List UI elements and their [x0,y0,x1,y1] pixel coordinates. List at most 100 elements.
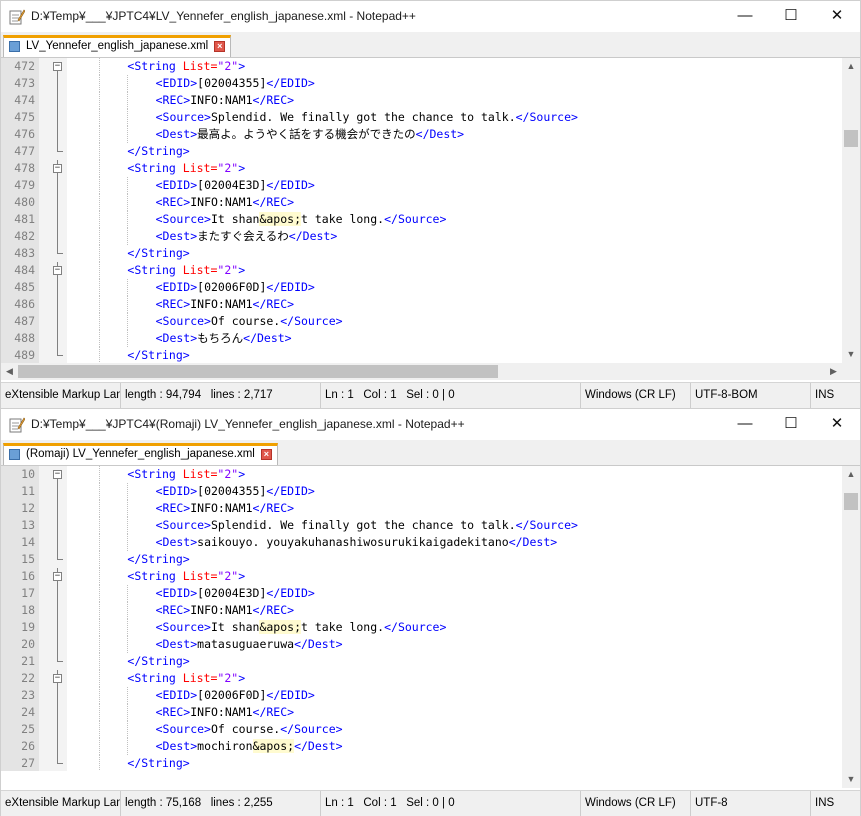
code-line[interactable]: 12 <REC>INFO:NAM1</REC> [1,500,842,517]
code-line[interactable]: 479 <EDID>[02004E3D]</EDID> [1,177,842,194]
tab-bar: LV_Yennefer_english_japanese.xml × [1,32,860,58]
indent-guide [99,687,101,704]
code-line[interactable]: 20 <Dest>matasuguaeruwa</Dest> [1,636,842,653]
tab-file[interactable]: (Romaji) LV_Yennefer_english_japanese.xm… [3,443,278,465]
maximize-button[interactable]: ☐ [768,409,814,440]
indent-guide [99,517,101,534]
fold-collapse-icon[interactable]: − [53,674,62,683]
fold-collapse-icon[interactable]: − [53,266,62,275]
close-button[interactable]: ✕ [814,409,860,440]
xml-tag: </Source> [515,110,578,124]
xml-tag: <EDID> [155,586,198,600]
code-line[interactable]: 27 </String> [1,755,842,771]
title-bar[interactable]: D:¥Temp¥___¥JPTC4¥(Romaji) LV_Yennefer_e… [1,409,860,440]
code-line[interactable]: 489 </String> [1,347,842,363]
code-line[interactable]: 473 <EDID>[02004355]</EDID> [1,75,842,92]
fold-margin[interactable]: − [39,670,67,687]
close-tab-icon[interactable]: × [260,449,272,460]
code-line[interactable]: 485 <EDID>[02006F0D]</EDID> [1,279,842,296]
code-line[interactable]: 19 <Source>It shan&apos;t take long.</Sou… [1,619,842,636]
code-line[interactable]: 487 <Source>Of course.</Source> [1,313,842,330]
fold-margin [39,75,67,92]
xml-text: [02004355] [197,484,267,498]
code-line[interactable]: 472 − <String List="2"> [1,58,842,75]
horizontal-scroll-thumb[interactable] [18,365,498,378]
code-line[interactable]: 15 </String> [1,551,842,568]
horizontal-scrollbar[interactable]: ◀ ▶ [1,363,842,380]
minimize-button[interactable]: — [722,409,768,440]
fold-margin[interactable]: − [39,466,67,483]
indent-guide [127,721,129,738]
code-line[interactable]: 23 <EDID>[02006F0D]</EDID> [1,687,842,704]
code-line[interactable]: 18 <REC>INFO:NAM1</REC> [1,602,842,619]
fold-collapse-icon[interactable]: − [53,470,62,479]
close-button[interactable]: ✕ [814,1,860,32]
fold-margin[interactable]: − [39,160,67,177]
xml-tag: <Dest> [155,229,198,243]
code-line[interactable]: 478 − <String List="2"> [1,160,842,177]
vertical-scrollbar[interactable]: ▲ ▼ [842,466,860,788]
minimize-icon: — [737,7,753,24]
code-line[interactable]: 476 <Dest>最高よ。ようやく話をする機会ができたの</Dest> [1,126,842,143]
code-line[interactable]: 482 <Dest>またすぐ会えるわ</Dest> [1,228,842,245]
code-line[interactable]: 474 <REC>INFO:NAM1</REC> [1,92,842,109]
tab-file[interactable]: LV_Yennefer_english_japanese.xml × [3,35,232,57]
code-line[interactable]: 25 <Source>Of course.</Source> [1,721,842,738]
fold-margin[interactable]: − [39,568,67,585]
code-line[interactable]: 483 </String> [1,245,842,262]
xml-tag: </REC> [252,195,295,209]
fold-margin[interactable]: − [39,58,67,75]
code-line[interactable]: 484 − <String List="2"> [1,262,842,279]
code-line[interactable]: 16 − <String List="2"> [1,568,842,585]
fold-collapse-icon[interactable]: − [53,164,62,173]
code-line[interactable]: 14 <Dest>saikouyo. youyakuhanashiwosuruki… [1,534,842,551]
code-line[interactable]: 13 <Source>Splendid. We finally got the c… [1,517,842,534]
maximize-button[interactable]: ☐ [768,1,814,32]
code-line[interactable]: 481 <Source>It shan&apos;t take long.</So… [1,211,842,228]
scroll-left-icon[interactable]: ◀ [1,363,18,380]
line-number: 487 [1,313,39,330]
scroll-up-icon[interactable]: ▲ [842,58,860,75]
code-editor[interactable]: 472− <String List="2"> 473 <EDID>[02004355]… [1,58,842,363]
xml-attribute-value: "2" [217,263,239,277]
code-line[interactable]: 26 <Dest>mochiron&apos;</Dest> [1,738,842,755]
fold-margin[interactable]: − [39,262,67,279]
line-number: 481 [1,211,39,228]
code-line[interactable]: 17 <EDID>[02004E3D]</EDID> [1,585,842,602]
code-line[interactable]: 11 <EDID>[02004355]</EDID> [1,483,842,500]
fold-margin [39,313,67,330]
fold-collapse-icon[interactable]: − [53,572,62,581]
scroll-right-icon[interactable]: ▶ [825,363,842,380]
line-number: 26 [1,738,39,755]
xml-attribute: List= [182,671,218,685]
minimize-icon: — [737,415,753,432]
vertical-scroll-thumb[interactable] [844,130,858,147]
code-line[interactable]: 24 <REC>INFO:NAM1</REC> [1,704,842,721]
scroll-down-icon[interactable]: ▼ [842,346,860,363]
fold-collapse-icon[interactable]: − [53,62,62,71]
code-line[interactable]: 21 </String> [1,653,842,670]
scroll-down-icon[interactable]: ▼ [842,771,860,788]
code-line[interactable]: 486 <REC>INFO:NAM1</REC> [1,296,842,313]
xml-tag: <Dest> [155,637,198,651]
vertical-scrollbar[interactable]: ▲ ▼ [842,58,860,363]
code-editor[interactable]: 10− <String List="2"> 11 <EDID>[02004355]</… [1,466,842,771]
status-eol: Windows (CR LF) [581,383,691,408]
line-number: 19 [1,619,39,636]
code-line[interactable]: 477 </String> [1,143,842,160]
title-bar[interactable]: D:¥Temp¥___¥JPTC4¥LV_Yennefer_english_ja… [1,1,860,32]
vertical-scroll-thumb[interactable] [844,493,858,510]
maximize-icon: ☐ [784,415,798,432]
code-line[interactable]: 480 <REC>INFO:NAM1</REC> [1,194,842,211]
code-line[interactable]: 10 − <String List="2"> [1,466,842,483]
minimize-button[interactable]: — [722,1,768,32]
code-line[interactable]: 488 <Dest>もちろん</Dest> [1,330,842,347]
code-line[interactable]: 22 − <String List="2"> [1,670,842,687]
xml-tag: <String [127,59,183,73]
close-tab-icon[interactable]: × [214,41,226,52]
indent-guide [99,177,101,194]
xml-tag: > [238,161,246,175]
scroll-up-icon[interactable]: ▲ [842,466,860,483]
code-line[interactable]: 475 <Source>Splendid. We finally got the … [1,109,842,126]
line-number: 18 [1,602,39,619]
